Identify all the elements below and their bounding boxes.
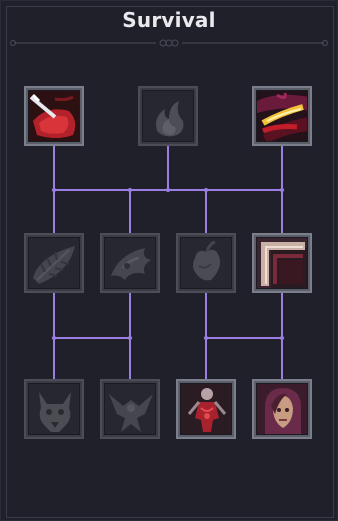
wing-icon — [104, 237, 156, 289]
beast-skull-icon — [28, 383, 80, 435]
leaf-icon — [28, 237, 80, 289]
skill-node-bloody-slash[interactable] — [24, 86, 84, 146]
skill-node-wing[interactable] — [100, 233, 160, 293]
bloody-slash-icon — [28, 90, 80, 142]
flame-icon — [142, 90, 194, 142]
skill-node-flame[interactable] — [138, 86, 198, 146]
demon-icon — [104, 383, 156, 435]
skill-node-beast-skull[interactable] — [24, 379, 84, 439]
heart-icon — [180, 237, 232, 289]
fiery-slash-icon — [256, 90, 308, 142]
armor-plate-icon — [256, 237, 308, 289]
hooded-face-icon — [256, 383, 308, 435]
skill-node-heart[interactable] — [176, 233, 236, 293]
skill-node-armor-plate[interactable] — [252, 233, 312, 293]
bleeding-figure-icon — [180, 383, 232, 435]
skill-node-leaf[interactable] — [24, 233, 84, 293]
skill-node-hooded-face[interactable] — [252, 379, 312, 439]
skill-node-demon[interactable] — [100, 379, 160, 439]
skill-node-fiery-slash[interactable] — [252, 86, 312, 146]
skill-node-bleeding-figure[interactable] — [176, 379, 236, 439]
